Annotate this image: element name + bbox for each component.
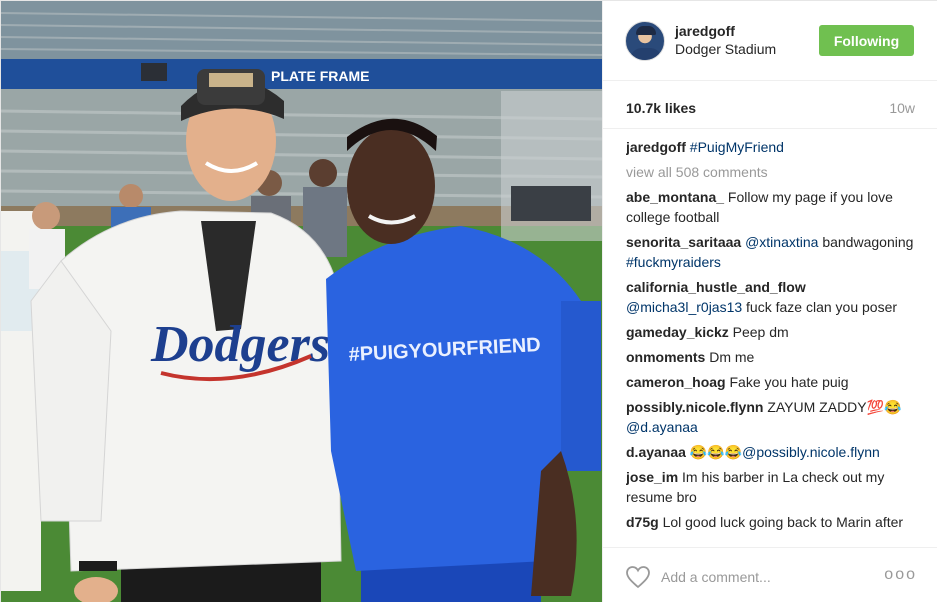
comment-text: fuck faze clan you poser <box>742 299 898 315</box>
view-all-comments-link[interactable]: view all 508 comments <box>626 162 918 182</box>
post-footer: ooo <box>603 547 937 602</box>
comment-item: abe_montana_ Follow my page if you love … <box>626 187 918 227</box>
comment-mention[interactable]: @possibly.nicole.flynn <box>742 444 880 460</box>
comment-text: Fake you hate puig <box>725 374 849 390</box>
comment-item: onmoments Dm me <box>626 347 918 367</box>
comment-text: bandwagoning <box>818 234 914 250</box>
comment-item: cameron_hoag Fake you hate puig <box>626 372 918 392</box>
comment-username[interactable]: gameday_kickz <box>626 324 729 340</box>
caption-hashtag[interactable]: #PuigMyFriend <box>690 139 784 155</box>
comment-item: gameday_kickz Peep dm <box>626 322 918 342</box>
comment-text: Dm me <box>705 349 755 365</box>
comment-mention[interactable]: @xtinaxtina <box>741 234 818 250</box>
comment-username[interactable]: d.ayanaa <box>626 444 686 460</box>
post-side-panel: jaredgoff Dodger Stadium Following 10.7k… <box>602 1 937 602</box>
comment-text: 😂😂😂 <box>685 444 743 460</box>
comment-hashtag[interactable]: #fuckmyraiders <box>626 254 721 270</box>
comment-item: possibly.nicole.flynn ZAYUM ZADDY💯😂 @d.a… <box>626 397 918 437</box>
post-photo[interactable]: PLATE FRAME Dodgers #PUIGYOURFRIEND <box>1 1 602 602</box>
caption-username[interactable]: jaredgoff <box>626 139 686 155</box>
post-age[interactable]: 10w <box>889 100 915 116</box>
jersey-text: Dodgers <box>150 316 330 373</box>
comment-username[interactable]: cameron_hoag <box>626 374 726 390</box>
caption: jaredgoff #PuigMyFriend <box>626 137 918 157</box>
avatar-shirt-shape <box>630 48 662 60</box>
add-comment-input[interactable] <box>661 565 881 589</box>
comment-mention[interactable]: @d.ayanaa <box>626 419 698 435</box>
comment-username[interactable]: possibly.nicole.flynn <box>626 399 763 415</box>
comment-username[interactable]: senorita_saritaaa <box>626 234 741 250</box>
header-username-link[interactable]: jaredgoff <box>675 23 735 39</box>
following-button[interactable]: Following <box>819 25 914 56</box>
comment-text: Lol good luck going back to Marin after … <box>662 514 904 530</box>
post-header: jaredgoff Dodger Stadium Following <box>603 1 937 81</box>
comment-username[interactable]: d75g <box>626 514 659 530</box>
comment-item: jose_im Im his barber in La check out my… <box>626 467 918 507</box>
location-link[interactable]: Dodger Stadium <box>675 41 776 57</box>
comment-item: d.ayanaa 😂😂😂@possibly.nicole.flynn <box>626 442 918 462</box>
post-stats: 10.7k likes 10w <box>603 81 937 129</box>
comment-username[interactable]: abe_montana_ <box>626 189 724 205</box>
avatar-cap-shape <box>636 26 656 35</box>
likes-count[interactable]: 10.7k likes <box>626 100 696 116</box>
comments-list: jaredgoff #PuigMyFriend view all 508 com… <box>626 137 918 533</box>
banner-text: PLATE FRAME <box>271 68 370 84</box>
post-frame: PLATE FRAME Dodgers #PUIGYOURFRIEND jare… <box>0 0 937 602</box>
comment-username[interactable]: jose_im <box>626 469 678 485</box>
comment-username[interactable]: onmoments <box>626 349 705 365</box>
comment-item: senorita_saritaaa @xtinaxtina bandwagoni… <box>626 232 918 272</box>
comment-mention[interactable]: @micha3l_r0jas13 <box>626 299 742 315</box>
avatar[interactable] <box>625 21 665 61</box>
comment-text: ZAYUM ZADDY💯😂 <box>763 399 902 415</box>
photo-illustration: PLATE FRAME Dodgers #PUIGYOURFRIEND <box>1 1 602 602</box>
heart-icon[interactable] <box>625 565 651 589</box>
comment-username[interactable]: california_hustle_and_flow <box>626 279 806 295</box>
comment-item: california_hustle_and_flow @micha3l_r0ja… <box>626 277 918 317</box>
more-options-icon[interactable]: ooo <box>884 566 917 584</box>
comment-item: d75g Lol good luck going back to Marin a… <box>626 512 918 533</box>
comment-text: Peep dm <box>728 324 789 340</box>
